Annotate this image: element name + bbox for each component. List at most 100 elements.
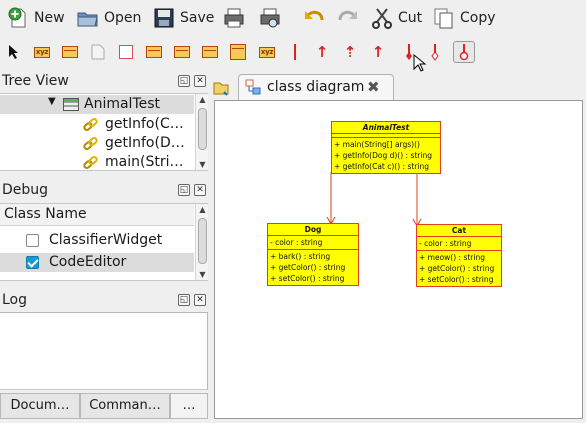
class-box-dog[interactable]: Dog - color : string + bark() : string +… — [267, 223, 359, 286]
class-name: Cat — [417, 225, 501, 237]
new-document-icon — [8, 7, 26, 28]
debug-scrollbar[interactable]: ▲ ▼ — [195, 204, 208, 280]
operation: + setColor() : string — [419, 275, 494, 284]
redo-button[interactable] — [336, 6, 360, 30]
undo-button[interactable] — [302, 6, 326, 30]
tree-item-animaltest[interactable]: ▼ AnimalTest — [0, 95, 194, 114]
save-button[interactable]: Save — [152, 6, 214, 30]
tree-item-label: main(Stri… — [105, 154, 184, 170]
save-label: Save — [180, 10, 215, 26]
operations-section: + main(String[] args)() + getInfo(Dog d)… — [332, 138, 440, 173]
new-diagram-icon[interactable] — [212, 80, 230, 96]
dependency-tool[interactable]: ↑ — [367, 41, 389, 63]
class-xyz-icon: xyz — [33, 46, 51, 58]
attributes-section: - color : string — [268, 236, 358, 250]
scroll-down-icon[interactable]: ▼ — [197, 269, 208, 280]
tree-item-operation[interactable]: getInfo(D… — [0, 134, 194, 153]
tree-view-header: Tree View ◱ ✕ — [0, 73, 208, 91]
class-swap-tool[interactable] — [59, 41, 81, 63]
float-panel-icon[interactable]: ◱ — [178, 184, 190, 196]
scissors-icon — [372, 8, 392, 29]
close-icon[interactable]: ✕ — [194, 184, 206, 196]
debug-checkbox[interactable] — [26, 234, 39, 247]
tab-class-diagram[interactable]: class diagram ✖ — [238, 74, 394, 101]
print-button[interactable] — [222, 6, 246, 30]
operation-link-icon — [83, 137, 98, 150]
realization-arrow-icon: ⇡ — [343, 42, 357, 61]
aggregation-alt-tool[interactable] — [424, 41, 446, 63]
open-button[interactable]: Open — [76, 6, 141, 30]
note-tool[interactable] — [87, 41, 109, 63]
floppy-disk-icon — [154, 8, 174, 28]
box-icon — [119, 45, 133, 59]
debug-item-label: ClassifierWidget — [49, 232, 163, 248]
close-tab-icon[interactable]: ✖ — [367, 78, 380, 96]
operation: + getInfo(Cat c)() : string — [334, 162, 429, 171]
scroll-up-icon[interactable]: ▲ — [197, 94, 208, 105]
package-tool[interactable]: xyz — [256, 41, 278, 63]
class-name-column-header[interactable]: Class Name — [0, 204, 194, 226]
tree-view: ▼ AnimalTest getInfo(C… getInfo(D… main(… — [0, 93, 208, 171]
copy-button[interactable]: Copy — [432, 6, 496, 30]
float-panel-icon[interactable]: ◱ — [178, 294, 190, 306]
realization-tool[interactable]: ⇡ — [339, 41, 361, 63]
class-tool[interactable]: xyz — [31, 41, 53, 63]
attribute: - color : string — [270, 238, 323, 247]
generalization-arrow-icon: ↑ — [315, 42, 329, 61]
scroll-thumb[interactable] — [198, 218, 207, 264]
print-preview-button[interactable] — [258, 6, 282, 30]
tab-command-history[interactable]: Comman… — [80, 393, 170, 419]
diagram-widget-toolbar: xyz xyz ↑ ⇡ ↑ — [0, 38, 586, 72]
class-box-cat[interactable]: Cat - color : string + meow() : string +… — [416, 224, 502, 287]
tab-label: Docum… — [10, 398, 70, 413]
operations-section: + bark() : string + getColor() : string … — [268, 250, 358, 285]
close-icon[interactable]: ✕ — [194, 75, 206, 87]
debug-item[interactable]: ClassifierWidget — [0, 231, 194, 250]
association-tool[interactable] — [284, 41, 306, 63]
column-header-label: Class Name — [4, 206, 87, 222]
generalization-tool[interactable]: ↑ — [311, 41, 333, 63]
box-tool[interactable] — [115, 41, 137, 63]
open-label: Open — [104, 10, 142, 26]
operation-link-icon — [83, 118, 98, 131]
debug-checkbox[interactable] — [26, 256, 39, 269]
select-tool[interactable] — [3, 41, 25, 63]
entity-tool[interactable] — [227, 41, 249, 63]
redo-icon — [338, 10, 357, 21]
scroll-up-icon[interactable]: ▲ — [197, 204, 208, 215]
undo-icon — [305, 10, 324, 21]
datatype-tool[interactable] — [171, 41, 193, 63]
operation: + getInfo(Dog d)() : string — [334, 151, 432, 160]
scroll-down-icon[interactable]: ▼ — [197, 159, 208, 170]
tree-view-scrollbar[interactable]: ▲ ▼ — [195, 94, 208, 170]
main-toolbar: New Open Save Cut Copy — [0, 0, 586, 36]
scroll-thumb[interactable] — [198, 108, 207, 150]
close-icon[interactable]: ✕ — [194, 294, 206, 306]
operation-link-icon — [83, 156, 98, 169]
new-button[interactable]: New — [6, 6, 65, 30]
debug-item[interactable]: CodeEditor — [0, 253, 194, 272]
tab-more[interactable]: … — [170, 393, 208, 419]
tree-item-operation[interactable]: main(Stri… — [0, 153, 194, 170]
class-diagram-icon — [245, 79, 261, 95]
log-area[interactable] — [0, 312, 208, 390]
cut-button[interactable]: Cut — [370, 6, 422, 30]
class-box-animaltest[interactable]: AnimalTest + main(String[] args)() + get… — [331, 121, 441, 174]
tree-item-operation[interactable]: getInfo(C… — [0, 115, 194, 134]
enum-tool[interactable] — [199, 41, 221, 63]
dependency-arrow-icon: ↑ — [371, 42, 385, 61]
class-swap-icon — [62, 46, 78, 58]
expand-arrow-icon[interactable]: ▼ — [48, 96, 56, 107]
class-icon — [63, 98, 79, 111]
float-panel-icon[interactable]: ◱ — [178, 75, 190, 87]
diagram-canvas[interactable]: AnimalTest + main(String[] args)() + get… — [214, 100, 583, 419]
composition-tool[interactable] — [453, 41, 475, 63]
tab-documentation[interactable]: Docum… — [0, 393, 80, 419]
tree-item-label: getInfo(D… — [105, 135, 185, 151]
note-icon — [91, 44, 105, 60]
printer-icon — [224, 8, 244, 28]
operation: + getColor() : string — [419, 264, 495, 273]
interface-icon — [146, 46, 162, 58]
interface-tool[interactable] — [143, 41, 165, 63]
cut-label: Cut — [398, 10, 423, 26]
